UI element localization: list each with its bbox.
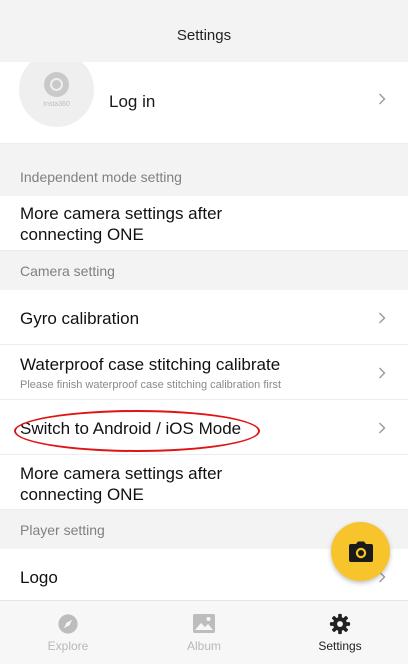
page-title: Settings: [176, 27, 232, 44]
camera-fab-button[interactable]: [331, 522, 390, 581]
logo-label: Logo: [20, 568, 58, 587]
camera-note-text: More camera settings after connecting ON…: [20, 464, 223, 504]
tab-label: Album: [186, 639, 221, 653]
avatar-brand-text: Insta360: [43, 101, 70, 108]
camera-icon: [348, 541, 373, 562]
camera-settings-note: More camera settings after connecting ON…: [0, 455, 408, 510]
top-bar: Settings: [0, 0, 408, 71]
switch-mode-row[interactable]: Switch to Android / iOS Mode: [0, 400, 408, 455]
waterproof-calibrate-label: Waterproof case stitching calibrate: [20, 355, 281, 374]
login-label: Log in: [109, 92, 156, 111]
chevron-right-icon: [375, 92, 389, 106]
tab-settings[interactable]: Settings: [272, 601, 408, 664]
chevron-right-icon: [375, 421, 389, 435]
login-row[interactable]: Insta360 Log in: [0, 62, 408, 144]
chevron-right-icon: [375, 311, 389, 325]
tab-label: Explore: [47, 639, 89, 653]
section-header-independent: Independent mode setting: [0, 157, 408, 196]
settings-screen: Settings Insta360 Log in Independent mod…: [0, 0, 408, 664]
compass-icon: [58, 614, 78, 634]
gyro-calibration-row[interactable]: Gyro calibration: [0, 290, 408, 345]
gear-icon: [329, 613, 351, 635]
independent-note-text: More camera settings after connecting ON…: [20, 204, 223, 244]
waterproof-calibrate-subtitle: Please finish waterproof case stitching …: [20, 379, 282, 391]
chevron-right-icon: [375, 366, 389, 380]
bottom-tab-bar: Explore Album Settings: [0, 600, 408, 664]
switch-mode-label: Switch to Android / iOS Mode: [20, 419, 242, 438]
tab-album[interactable]: Album: [136, 601, 272, 664]
independent-mode-note: More camera settings after connecting ON…: [0, 196, 408, 251]
tab-explore[interactable]: Explore: [0, 601, 136, 664]
avatar[interactable]: Insta360: [19, 62, 94, 127]
tab-label: Settings: [318, 639, 362, 653]
gyro-calibration-label: Gyro calibration: [20, 309, 140, 328]
camera-lens-icon: [44, 72, 69, 97]
section-header-camera: Camera setting: [0, 251, 408, 290]
waterproof-calibrate-row[interactable]: Waterproof case stitching calibrate Plea…: [0, 345, 408, 400]
settings-list[interactable]: Insta360 Log in Independent mode setting…: [0, 62, 408, 600]
image-icon: [193, 614, 215, 633]
